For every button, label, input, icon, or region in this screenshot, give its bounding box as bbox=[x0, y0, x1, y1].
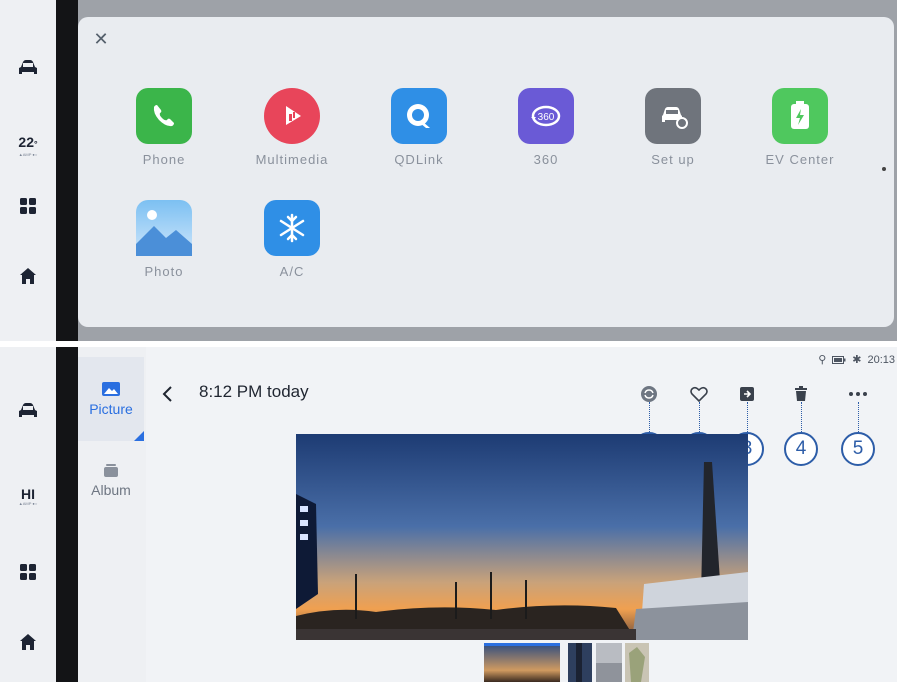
rail-home-button[interactable] bbox=[0, 263, 56, 289]
app-label: EV Center bbox=[765, 152, 835, 167]
export-icon bbox=[740, 387, 754, 401]
close-button[interactable]: ✕ bbox=[90, 28, 112, 50]
apps-grid-icon bbox=[20, 564, 36, 580]
battery-icon bbox=[832, 355, 846, 364]
360-camera-icon: 360 bbox=[518, 88, 574, 144]
snowflake-icon bbox=[264, 200, 320, 256]
trash-icon bbox=[795, 386, 807, 401]
clock: 20:13 bbox=[867, 353, 895, 366]
qdlink-icon bbox=[391, 88, 447, 144]
app-ev-center[interactable]: EV Center bbox=[748, 88, 852, 167]
app-qdlink[interactable]: QDLink bbox=[367, 88, 471, 167]
screen-bezel bbox=[56, 347, 78, 682]
thumbnail[interactable] bbox=[625, 643, 649, 682]
temperature-unit: ° bbox=[33, 138, 38, 149]
car-icon bbox=[19, 60, 37, 74]
home-icon bbox=[20, 634, 36, 650]
photo-title: 8:12 PM today bbox=[199, 382, 309, 401]
multimedia-icon bbox=[264, 88, 320, 144]
app-multimedia[interactable]: Multimedia bbox=[240, 88, 344, 167]
screen-bezel bbox=[56, 0, 78, 341]
sync-icon bbox=[641, 386, 657, 402]
app-setup[interactable]: Set up bbox=[621, 88, 725, 167]
page-indicator bbox=[882, 167, 886, 171]
side-rail: HI ▲AMP ●○ bbox=[0, 347, 56, 682]
temperature-readout: 22° bbox=[18, 134, 37, 152]
photo-viewer-screen: HI ▲AMP ●○ Picture Album ⚲ ✱ 20:13 8:12 … bbox=[0, 347, 897, 682]
app-label: QDLink bbox=[394, 152, 444, 167]
rail-apps-button[interactable] bbox=[0, 559, 56, 585]
tab-picture[interactable]: Picture bbox=[78, 357, 144, 441]
tab-label: Album bbox=[91, 482, 131, 498]
rail-car-button[interactable] bbox=[0, 397, 56, 425]
climate-subtext: ▲AMP ●○ bbox=[18, 500, 38, 506]
apps-grid-icon bbox=[20, 198, 36, 214]
active-tab-marker bbox=[134, 431, 144, 441]
app-360[interactable]: 360 360 bbox=[494, 88, 598, 167]
rail-home-button[interactable] bbox=[0, 629, 56, 655]
app-label: Phone bbox=[142, 152, 186, 167]
app-launcher-screen: 22° ▲AMP ●○ ✕ Phone Multimedia QDLink 36… bbox=[0, 0, 897, 341]
back-button[interactable] bbox=[158, 382, 176, 406]
picture-icon bbox=[102, 382, 120, 396]
callout-4: 4 bbox=[784, 432, 818, 466]
heart-icon bbox=[690, 386, 708, 402]
svg-text:360: 360 bbox=[538, 112, 555, 123]
status-bar: ⚲ ✱ 20:13 bbox=[818, 353, 895, 367]
app-launcher-dialog bbox=[78, 17, 894, 327]
thumbnail-selected[interactable] bbox=[484, 643, 560, 682]
app-label: Photo bbox=[144, 264, 184, 279]
rail-car-button[interactable] bbox=[0, 54, 56, 82]
app-phone[interactable]: Phone bbox=[112, 88, 216, 167]
tab-album[interactable]: Album bbox=[78, 455, 144, 505]
rail-apps-button[interactable] bbox=[0, 193, 56, 219]
thumbnail[interactable] bbox=[568, 643, 592, 682]
app-photo[interactable]: Photo bbox=[112, 200, 216, 279]
app-label: Multimedia bbox=[255, 152, 329, 167]
climate-subtext: ▲AMP ●○ bbox=[18, 151, 38, 157]
chevron-left-icon bbox=[162, 386, 172, 402]
side-rail: 22° ▲AMP ●○ bbox=[0, 0, 56, 341]
app-label: A/C bbox=[279, 264, 305, 279]
home-icon bbox=[20, 268, 36, 284]
callout-5: 5 bbox=[841, 432, 875, 466]
thumbnail[interactable] bbox=[596, 643, 622, 682]
phone-icon bbox=[136, 88, 192, 144]
bluetooth-icon: ✱ bbox=[852, 354, 862, 366]
tab-label: Picture bbox=[89, 401, 133, 417]
callout-leader bbox=[699, 402, 700, 432]
callout-leader bbox=[747, 402, 748, 432]
callout-leader bbox=[649, 402, 650, 432]
rail-climate-button[interactable]: 22° ▲AMP ●○ bbox=[0, 130, 56, 160]
callout-leader bbox=[801, 402, 802, 432]
more-icon bbox=[849, 392, 867, 396]
callout-leader bbox=[858, 402, 859, 432]
app-label: 360 bbox=[533, 152, 559, 167]
app-label: Set up bbox=[651, 152, 695, 167]
photo-icon bbox=[136, 200, 192, 256]
app-ac[interactable]: A/C bbox=[240, 200, 344, 279]
ev-battery-icon bbox=[772, 88, 828, 144]
car-icon bbox=[19, 403, 37, 417]
rail-climate-button[interactable]: HI ▲AMP ●○ bbox=[0, 481, 56, 511]
temperature-value: 22 bbox=[18, 133, 34, 150]
temperature-value: HI bbox=[21, 485, 35, 502]
usb-icon: ⚲ bbox=[818, 354, 827, 366]
main-photo[interactable] bbox=[296, 434, 748, 640]
album-icon bbox=[104, 464, 118, 477]
car-settings-icon bbox=[645, 88, 701, 144]
